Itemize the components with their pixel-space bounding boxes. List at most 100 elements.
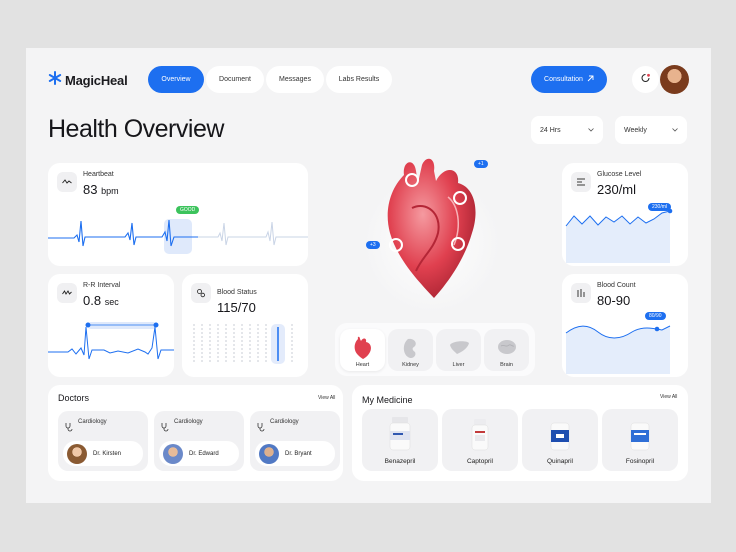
- blood-status-card[interactable]: Blood Status 115/70: [182, 274, 308, 377]
- bell-icon: [640, 71, 651, 89]
- heartbeat-card[interactable]: Heartbeat 83 bpm GOOD: [48, 163, 308, 266]
- heart-illustration: [364, 158, 500, 313]
- rr-label: R-R Interval: [83, 282, 121, 289]
- consultation-button[interactable]: Consultation: [531, 66, 607, 93]
- consultation-label: Consultation: [544, 76, 583, 83]
- pill-bottle-icon: [550, 417, 570, 451]
- pill-bottle-icon: [389, 417, 411, 451]
- medicine-view-all-link[interactable]: View All: [660, 394, 677, 400]
- glucose-card[interactable]: Glucose Level 230/ml 230/ml: [562, 163, 688, 266]
- heart-badge-left: +3: [366, 241, 380, 249]
- tab-overview[interactable]: Overview: [148, 66, 204, 93]
- medicine-card[interactable]: Fosinopril: [602, 409, 678, 471]
- bars-icon: [571, 283, 591, 303]
- blood-status-label: Blood Status: [217, 289, 257, 296]
- period-select[interactable]: Weekly: [615, 116, 687, 144]
- main-nav: Overview Document Messages Labs Results: [148, 66, 392, 93]
- doctor-info: Dr. Edward: [159, 441, 239, 466]
- doctor-name: Dr. Edward: [189, 450, 219, 457]
- doctors-view-all-link[interactable]: View All: [318, 395, 335, 401]
- pill-bottle-icon: [630, 417, 650, 451]
- organ-brain-label: Brain: [500, 362, 513, 368]
- heart-badge-top: +1: [474, 160, 488, 168]
- blood-count-value: 80-90: [597, 293, 631, 308]
- tab-document[interactable]: Document: [206, 66, 264, 93]
- doctor-card[interactable]: Cardiology Dr. Kirsten: [58, 411, 148, 471]
- arrow-up-right-icon: [587, 75, 594, 84]
- blood-status-chart: [193, 324, 293, 364]
- blood-status-value: 115/70: [217, 300, 256, 315]
- chevron-down-icon: [672, 127, 678, 134]
- list-icon: [571, 172, 591, 192]
- heartbeat-number: 83: [83, 182, 98, 197]
- organ-heart[interactable]: Heart: [340, 329, 385, 371]
- organ-kidney-label: Kidney: [402, 362, 419, 368]
- doctors-panel: Doctors View All Cardiology Dr. Kirsten …: [48, 385, 343, 481]
- glucose-label: Glucose Level: [597, 171, 642, 178]
- liver-icon: [448, 336, 470, 362]
- blood-count-card[interactable]: Blood Count 80-90 80/90: [562, 274, 688, 377]
- heart-model[interactable]: +1 +3: [362, 153, 502, 313]
- rr-value: 0.8 sec: [83, 293, 119, 308]
- doctor-specialty: Cardiology: [78, 419, 107, 425]
- page-title: Health Overview: [48, 115, 224, 143]
- brain-icon: [496, 336, 518, 362]
- organ-selector: Heart Kidney Liver Brain: [335, 323, 535, 376]
- doctor-avatar: [163, 443, 183, 464]
- stethoscope-icon: [256, 419, 266, 437]
- rr-number: 0.8: [83, 293, 102, 308]
- stethoscope-icon: [64, 419, 74, 437]
- doctor-card[interactable]: Cardiology Dr. Edward: [154, 411, 244, 471]
- notification-button[interactable]: [632, 66, 659, 93]
- doctor-card[interactable]: Cardiology Dr. Bryant: [250, 411, 340, 471]
- heartbeat-value: 83 bpm: [83, 182, 119, 197]
- kidney-icon: [400, 336, 422, 362]
- doctor-name: Dr. Bryant: [285, 450, 312, 457]
- doctor-name: Dr. Kirsten: [93, 450, 122, 457]
- stethoscope-icon: [160, 419, 170, 437]
- doctor-avatar: [259, 443, 279, 464]
- doctor-specialty: Cardiology: [270, 419, 299, 425]
- glucose-badge: 230/ml: [648, 203, 672, 211]
- pulse-icon: [57, 172, 77, 192]
- tab-messages[interactable]: Messages: [266, 66, 324, 93]
- organ-kidney[interactable]: Kidney: [388, 329, 433, 371]
- rr-waveform: [48, 322, 174, 360]
- chevron-down-icon: [588, 127, 594, 134]
- brand-name: MagicHeal: [65, 73, 128, 88]
- range-select[interactable]: 24 Hrs: [531, 116, 603, 144]
- heartbeat-waveform: [48, 219, 308, 247]
- doctor-info: Dr. Bryant: [255, 441, 335, 466]
- wave-icon: [57, 283, 77, 303]
- brand-logo[interactable]: MagicHeal: [48, 71, 128, 90]
- blood-count-chart: [565, 325, 671, 374]
- pill-bottle-icon: [471, 419, 489, 451]
- medicine-panel: My Medicine View All Benazepril Captopri…: [352, 385, 688, 481]
- medicine-name: Captopril: [466, 458, 493, 465]
- medicine-title: My Medicine: [362, 395, 413, 405]
- medicine-name: Fosinopril: [625, 458, 655, 465]
- organ-liver-label: Liver: [452, 362, 465, 368]
- blood-count-badge: 80/90: [645, 312, 666, 320]
- medicine-card[interactable]: Benazepril: [362, 409, 438, 471]
- glucose-value: 230/ml: [597, 182, 637, 197]
- range-select-value: 24 Hrs: [540, 126, 561, 134]
- user-avatar[interactable]: [660, 65, 689, 94]
- glucose-chart: [565, 208, 673, 263]
- drops-icon: [191, 283, 211, 303]
- blood-count-label: Blood Count: [597, 282, 636, 289]
- medicine-card[interactable]: Quinapril: [522, 409, 598, 471]
- rr-interval-card[interactable]: R-R Interval 0.8 sec: [48, 274, 174, 377]
- tab-labs-results[interactable]: Labs Results: [326, 66, 392, 93]
- period-select-value: Weekly: [624, 126, 647, 134]
- medicine-name: Quinapril: [546, 458, 573, 465]
- snowflake-icon: [48, 71, 62, 90]
- doctor-info: Dr. Kirsten: [63, 441, 143, 466]
- medicine-card[interactable]: Captopril: [442, 409, 518, 471]
- doctor-avatar: [67, 443, 87, 464]
- organ-liver[interactable]: Liver: [436, 329, 481, 371]
- dashboard-frame: MagicHeal Overview Document Messages Lab…: [26, 48, 711, 503]
- organ-brain[interactable]: Brain: [484, 329, 529, 371]
- doctors-title: Doctors: [58, 393, 90, 403]
- rr-unit: sec: [104, 297, 119, 307]
